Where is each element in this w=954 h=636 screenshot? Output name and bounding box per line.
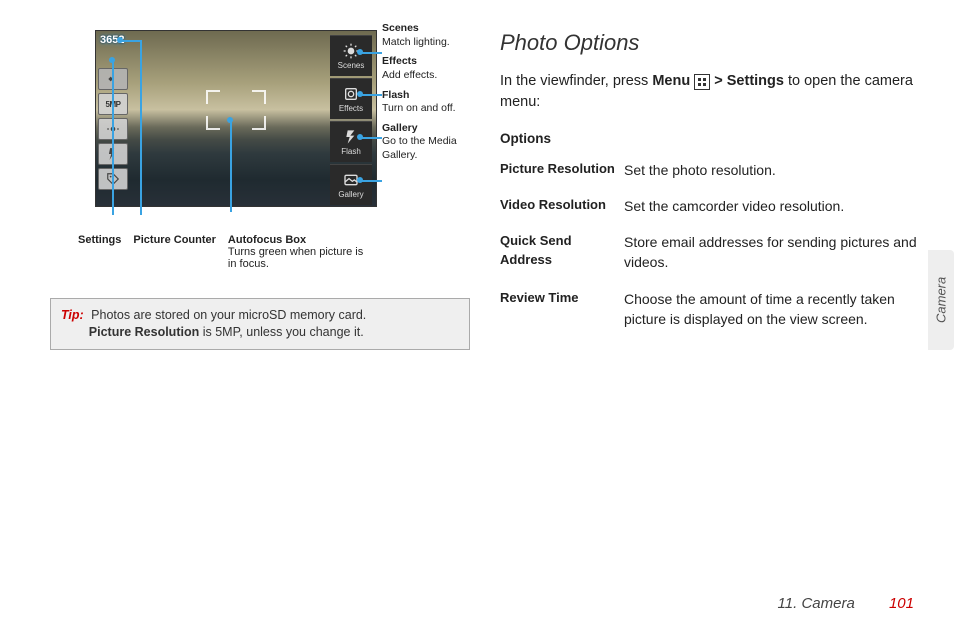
tip-label: Tip:	[61, 308, 84, 322]
anno-flash-desc: Turn on and off.	[382, 102, 456, 114]
gallery-label: Gallery	[338, 190, 363, 199]
scenes-label: Scenes	[338, 61, 365, 70]
intro-menu: Menu	[652, 73, 690, 89]
anno-effects-title: Effects	[382, 55, 462, 69]
tip-line2-bold: Picture Resolution	[89, 325, 199, 339]
tip-line1: Photos are stored on your microSD memory…	[91, 308, 366, 322]
opt-video-res-v: Set the camcorder video resolution.	[624, 190, 924, 226]
anno-effects-desc: Add effects.	[382, 69, 437, 81]
camera-screenshot: 3652 Scenes Effects Flash	[50, 30, 445, 230]
flash-button[interactable]: Flash	[330, 121, 372, 162]
section-tab: Camera	[928, 250, 954, 350]
anno-flash-title: Flash	[382, 89, 462, 103]
opt-review-k: Review Time	[500, 283, 624, 340]
opt-review-v: Choose the amount of time a recently tak…	[624, 283, 924, 340]
tip-line2-post: is 5MP, unless you change it.	[199, 325, 363, 339]
section-heading: Photo Options	[500, 30, 924, 56]
viewfinder-preview: 3652 Scenes Effects Flash	[95, 30, 377, 207]
effects-label: Effects	[339, 104, 363, 113]
table-row: Picture Resolution Set the photo resolut…	[500, 154, 924, 190]
opt-picture-res-v: Set the photo resolution.	[624, 154, 924, 190]
table-row: Video Resolution Set the camcorder video…	[500, 190, 924, 226]
intro-gt: >	[714, 73, 722, 89]
table-row: Quick Send Address Store email addresses…	[500, 226, 924, 283]
scenes-button[interactable]: Scenes	[330, 35, 372, 76]
tip-box: Tip: Photos are stored on your microSD m…	[50, 298, 470, 350]
options-table: Options Picture Resolution Set the photo…	[500, 127, 924, 340]
under-annotations: Settings Picture Counter Autofocus Box T…	[50, 234, 470, 270]
opt-quicksend-k: Quick Send Address	[500, 226, 624, 283]
anno-gallery-title: Gallery	[382, 122, 462, 136]
intro-settings: Settings	[727, 73, 784, 89]
effects-button[interactable]: Effects	[330, 78, 372, 119]
options-header: Options	[500, 127, 924, 154]
anno-autofocus-desc: Turns green when picture is in focus.	[228, 246, 363, 270]
intro-paragraph: In the viewfinder, press Menu > Settings…	[500, 71, 924, 113]
anno-settings-title: Settings	[78, 234, 121, 246]
autofocus-box	[206, 90, 266, 130]
footer-chapter: 11. Camera	[778, 595, 855, 612]
anno-scenes-title: Scenes	[382, 22, 462, 36]
footer-page: 101	[889, 595, 914, 612]
anno-counter-title: Picture Counter	[133, 234, 216, 246]
page-footer: 11. Camera 101	[778, 595, 914, 612]
gallery-button[interactable]: Gallery	[330, 164, 372, 205]
opt-video-res-k: Video Resolution	[500, 190, 624, 226]
anno-scenes-desc: Match lighting.	[382, 36, 450, 48]
flash-label: Flash	[341, 147, 361, 156]
opt-quicksend-v: Store email addresses for sending pictur…	[624, 226, 924, 283]
opt-picture-res-k: Picture Resolution	[500, 154, 624, 190]
anno-autofocus-title: Autofocus Box	[228, 234, 306, 246]
right-annotations: ScenesMatch lighting. EffectsAdd effects…	[382, 22, 462, 169]
anno-gallery-desc: Go to the Media Gallery.	[382, 135, 457, 161]
table-row: Review Time Choose the amount of time a …	[500, 283, 924, 340]
menu-key-icon	[694, 74, 710, 90]
intro-pre: In the viewfinder, press	[500, 73, 652, 89]
